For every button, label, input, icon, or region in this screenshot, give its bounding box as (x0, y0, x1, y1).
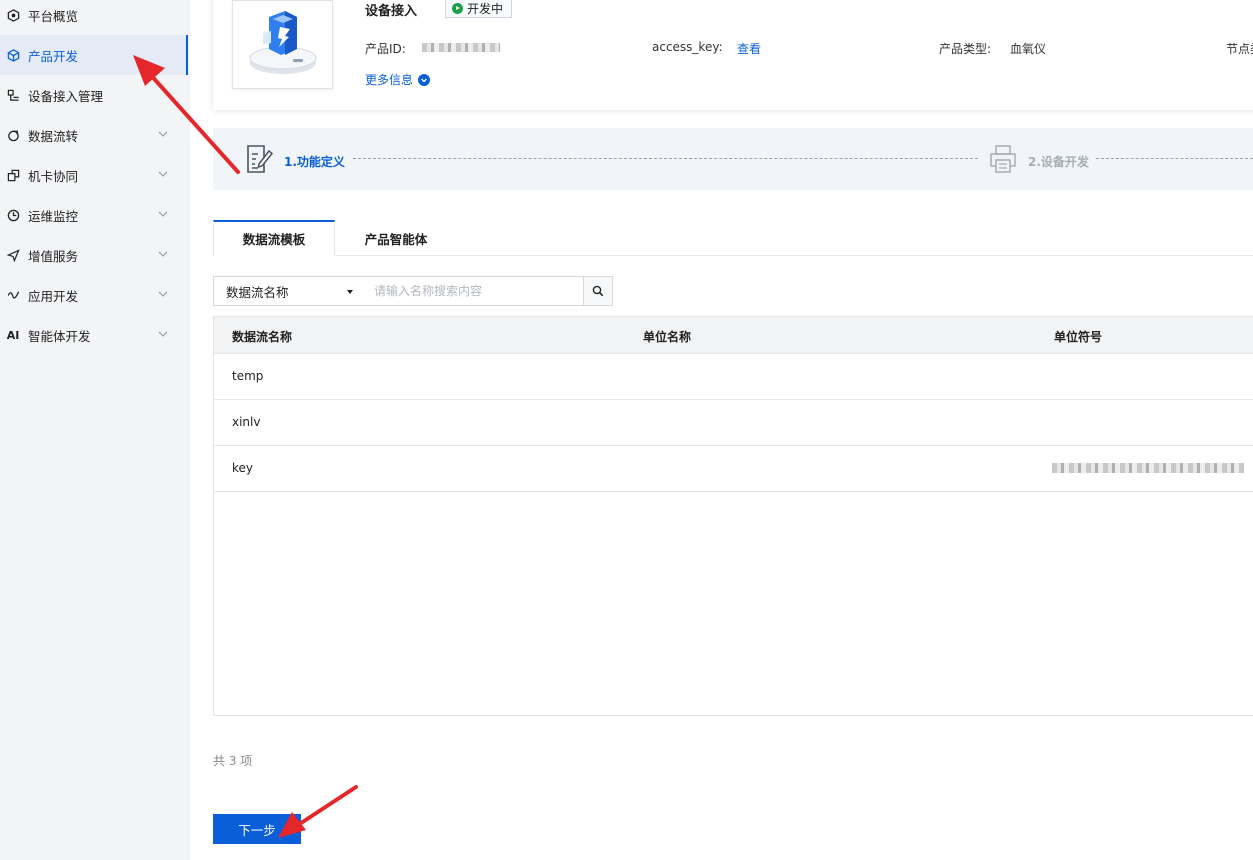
step-connector (353, 158, 978, 159)
search-field-select-value: 数据流名称 (226, 284, 289, 300)
access-key-view-link[interactable]: 查看 (737, 40, 761, 57)
caret-down-icon (347, 290, 353, 294)
product-image (232, 0, 333, 89)
sidebar-item-label: 智能体开发 (28, 328, 91, 344)
product-id-label: 产品ID: (365, 42, 406, 56)
sidebar-item-label: 数据流转 (28, 128, 79, 144)
play-icon (452, 2, 463, 14)
app-icon (6, 288, 20, 302)
search-input[interactable] (364, 276, 584, 306)
cube-icon (6, 48, 20, 62)
document-edit-icon (247, 145, 273, 173)
product-type-label: 产品类型: (939, 42, 992, 56)
tab-product-agent[interactable]: 产品智能体 (353, 220, 439, 256)
product-type-value: 血氧仪 (1010, 42, 1047, 56)
sidebar-item-label: 设备接入管理 (28, 88, 104, 104)
monitor-icon (6, 208, 20, 222)
column-header-unit-symbol: 单位符号 (1054, 330, 1103, 344)
sidebar-item-label: 产品开发 (28, 48, 79, 64)
total-count: 共 3 项 (213, 754, 253, 768)
chevron-down-icon (158, 291, 168, 297)
tab-dataflow-template[interactable]: 数据流模板 (213, 220, 335, 256)
chevron-down-icon (158, 331, 168, 337)
tab-bar: 数据流模板 产品智能体 (213, 220, 1253, 256)
step-connector (1096, 158, 1253, 159)
step-1-label[interactable]: 1.功能定义 (284, 153, 345, 170)
sidebar-item-label: 运维监控 (28, 208, 79, 224)
table-row[interactable]: temp (214, 354, 1253, 400)
sidebar-item-agent-dev[interactable]: AI 智能体开发 (0, 315, 188, 355)
column-header-name: 数据流名称 (232, 330, 293, 344)
access-key-label: access_key: (652, 40, 723, 54)
sim-icon (6, 168, 20, 182)
chevron-down-icon (158, 171, 168, 177)
cell-dataflow-name: key (232, 461, 254, 475)
sidebar-item-sim-coop[interactable]: 机卡协同 (0, 155, 188, 195)
cell-unit-symbol-redacted (1052, 463, 1244, 473)
sidebar-item-device-access[interactable]: 设备接入管理 (0, 75, 188, 115)
column-header-unit-name: 单位名称 (643, 330, 692, 344)
sidebar-item-data-flow[interactable]: 数据流转 (0, 115, 188, 155)
more-info-toggle[interactable]: 更多信息 (365, 71, 431, 88)
sidebar-item-label: 增值服务 (28, 248, 79, 264)
product-id-value-redacted (422, 43, 500, 52)
ai-icon: AI (6, 328, 20, 342)
cell-dataflow-name: xinlv (232, 415, 261, 429)
chevron-down-icon (418, 73, 431, 86)
flow-icon (6, 128, 20, 142)
sidebar-item-ops-monitor[interactable]: 运维监控 (0, 195, 188, 235)
sidebar-item-value-added[interactable]: 增值服务 (0, 235, 188, 275)
sidebar-item-product-dev[interactable]: 产品开发 (0, 35, 188, 75)
sidebar-item-app-dev[interactable]: 应用开发 (0, 275, 188, 315)
status-text: 开发中 (467, 1, 504, 16)
search-icon (592, 285, 604, 297)
gauge-icon (6, 8, 20, 22)
status-badge: 开发中 (445, 0, 513, 18)
sidebar-item-overview[interactable]: 平台概览 (0, 0, 188, 35)
chevron-down-icon (158, 251, 168, 257)
table-header: 数据流名称 单位名称 单位符号 (214, 317, 1253, 354)
product-name: 设备接入 (365, 4, 418, 19)
sidebar-item-label: 机卡协同 (28, 168, 79, 184)
chevron-down-icon (158, 131, 168, 137)
cell-dataflow-name: temp (232, 369, 264, 383)
sidebar-item-label: 应用开发 (28, 288, 79, 304)
step-progress (213, 128, 1253, 190)
step-2-label[interactable]: 2.设备开发 (1028, 153, 1089, 170)
sidebar-item-label: 平台概览 (28, 8, 79, 24)
printer-icon (990, 145, 1016, 173)
next-step-button[interactable]: 下一步 (213, 814, 301, 844)
device-icon (6, 88, 20, 102)
dataflow-table: 数据流名称 单位名称 单位符号 temp xinlv key (213, 316, 1253, 716)
node-type-label: 节点类 (1226, 42, 1253, 56)
sidebar: 平台概览 产品开发 设备接入管理 数据流转 机卡协同 运维监控 增值服务 应用开… (0, 0, 190, 860)
search-button[interactable] (583, 276, 613, 306)
table-row[interactable]: xinlv (214, 400, 1253, 446)
table-row[interactable]: key (214, 446, 1253, 492)
chevron-down-icon (158, 211, 168, 217)
more-info-label: 更多信息 (365, 73, 414, 87)
search-field-select[interactable]: 数据流名称 (213, 276, 365, 306)
send-icon (6, 248, 20, 262)
